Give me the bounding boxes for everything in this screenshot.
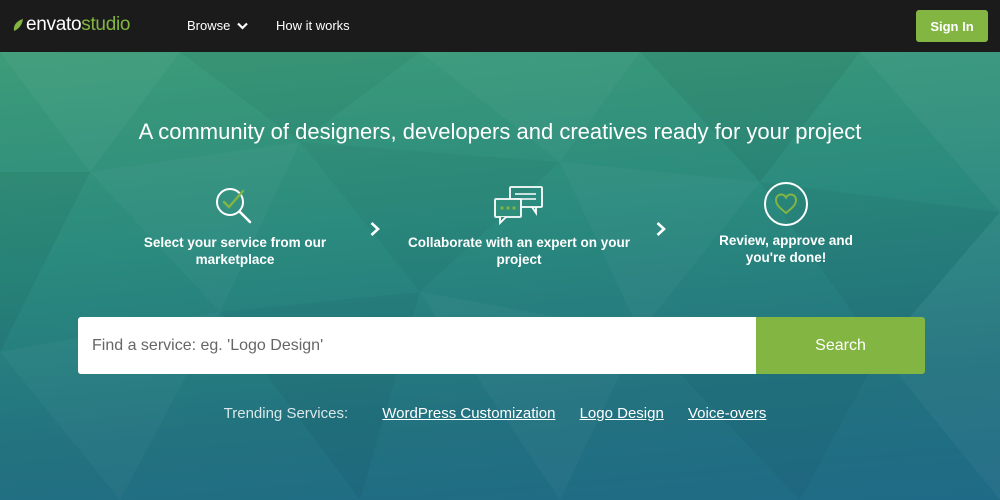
step-label: Collaborate with an expert on your proje…: [407, 235, 631, 267]
step-collaborate: Collaborate with an expert on your proje…: [405, 185, 633, 268]
leaf-icon: [13, 19, 23, 31]
heart-circle-icon: [764, 182, 808, 226]
step-review-approve: Review, approve and you're done!: [700, 181, 872, 266]
hero-headline: A community of designers, developers and…: [138, 119, 862, 144]
nav-how-it-works-link[interactable]: How it works: [276, 18, 350, 33]
envato-studio-logo[interactable]: envato studio: [12, 14, 130, 36]
chevron-right-icon: [656, 222, 666, 236]
top-navigation-bar: envato studio Browse How it works Sign I…: [0, 0, 1000, 52]
search-input[interactable]: [78, 317, 756, 374]
chevron-down-icon: [237, 22, 249, 30]
logo-text-studio: studio: [81, 14, 131, 35]
trending-link-wordpress-customization[interactable]: WordPress Customization: [382, 405, 555, 422]
trending-link-logo-design[interactable]: Logo Design: [580, 405, 664, 422]
chevron-right-icon: [370, 222, 380, 236]
hero-section: A community of designers, developers and…: [0, 52, 1000, 500]
search-button[interactable]: Search: [756, 317, 925, 374]
nav-browse-menu[interactable]: Browse: [187, 18, 249, 33]
chat-bubbles-icon: [494, 186, 543, 225]
sign-in-button[interactable]: Sign In: [916, 10, 988, 42]
step-label: Select your service from our marketplace: [143, 235, 327, 267]
trending-services: Trending Services: WordPress Customizati…: [0, 405, 1000, 422]
step-select-service: Select your service from our marketplace: [130, 185, 340, 268]
trending-link-voice-overs[interactable]: Voice-overs: [688, 405, 766, 422]
logo-text-envato: envato: [26, 14, 82, 35]
step-label: Review, approve and you're done!: [719, 233, 853, 265]
nav-browse-label: Browse: [187, 18, 231, 33]
magnifier-check-icon: [216, 188, 252, 224]
trending-label: Trending Services:: [223, 405, 349, 422]
